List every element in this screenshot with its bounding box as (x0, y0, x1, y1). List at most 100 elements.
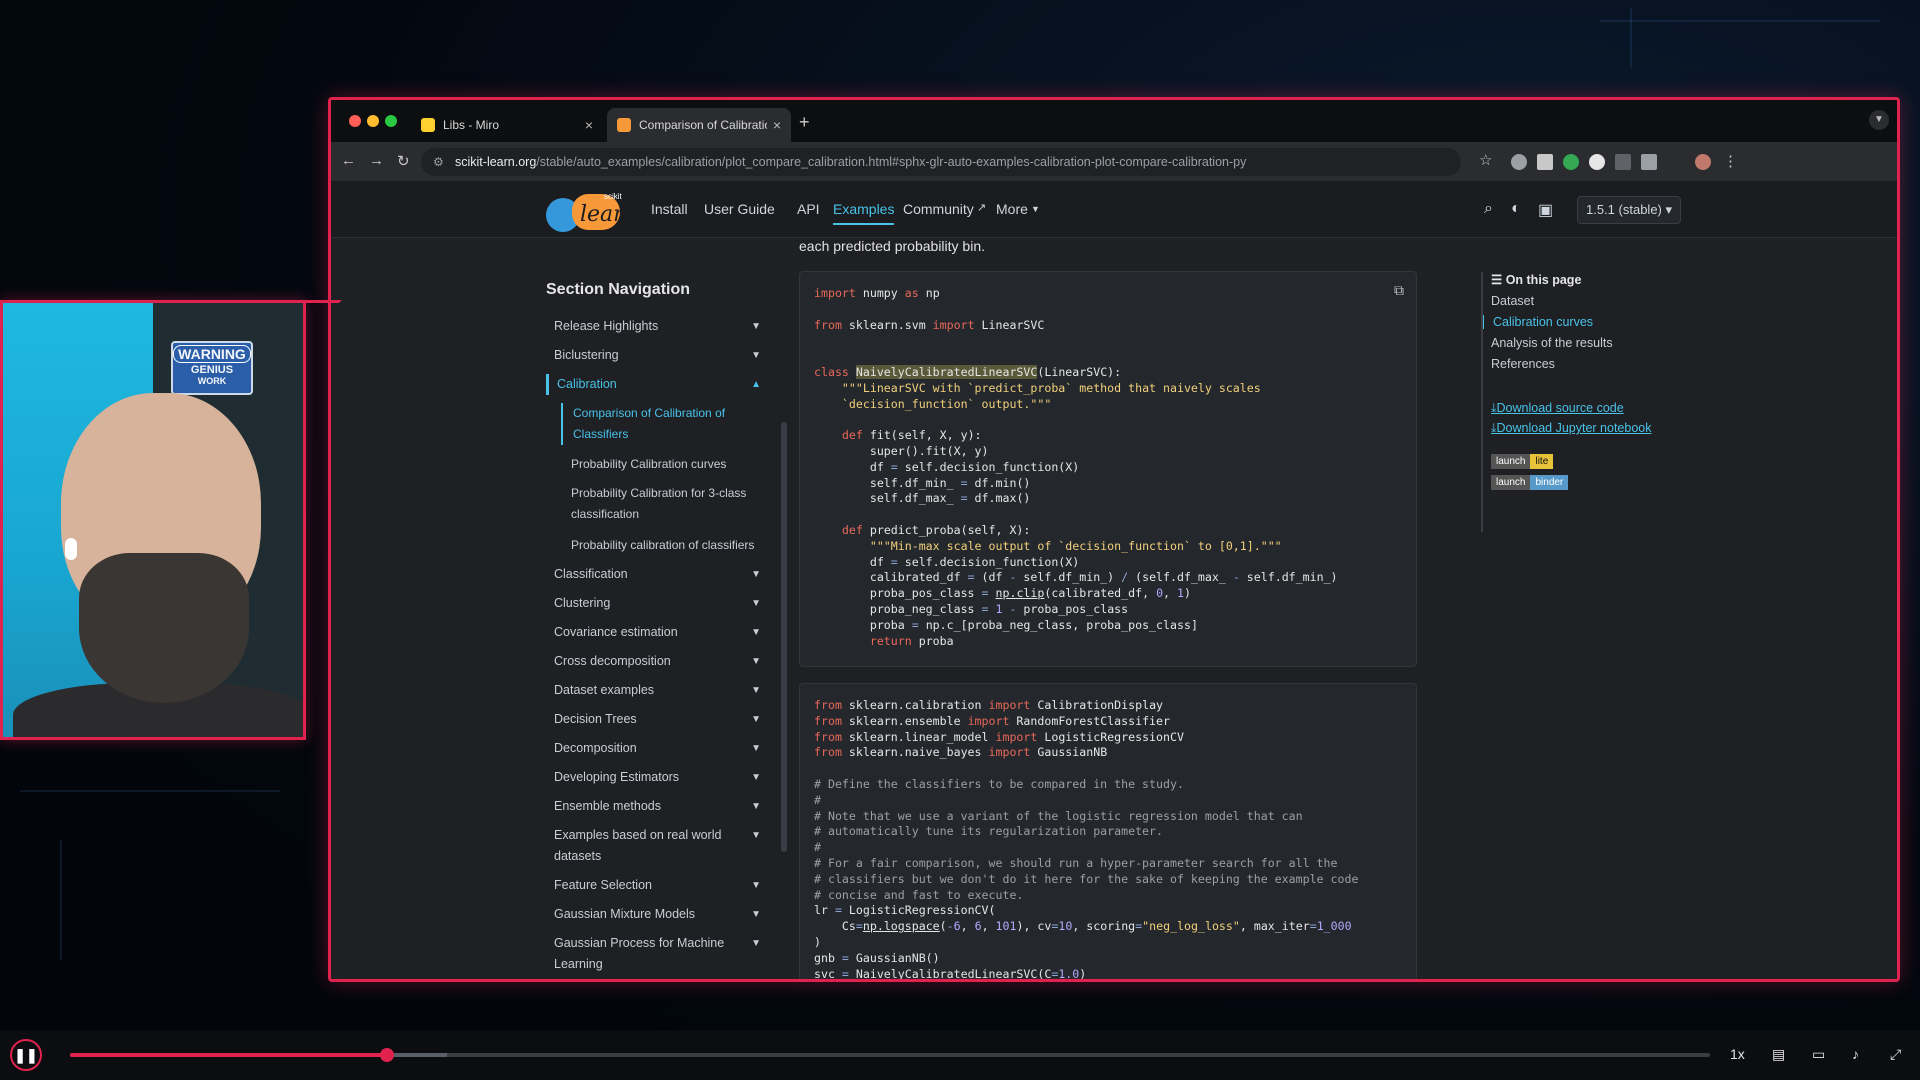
chevron-down-icon[interactable]: ▼ (751, 593, 761, 614)
nav-examples[interactable]: Examples (833, 201, 895, 225)
back-icon[interactable]: ← (341, 152, 356, 169)
launch-lite-badge[interactable]: launch lite (1491, 454, 1554, 469)
sidebar-item-covariance[interactable]: Covariance estimation ▼ (546, 622, 771, 643)
sidebar-item-ensemble-methods[interactable]: Ensemble methods ▼ (546, 796, 771, 817)
launch-binder-badge[interactable]: launch binder (1491, 475, 1569, 490)
seek-bar[interactable] (70, 1048, 1710, 1062)
code-block[interactable]: from sklearn.calibration import Calibrat… (799, 683, 1417, 979)
scikit-learn-logo[interactable]: scikit learn (546, 192, 638, 232)
chevron-down-icon[interactable]: ▼ (751, 564, 761, 585)
sidebar-item-dataset-examples[interactable]: Dataset examples ▼ (546, 680, 771, 701)
chevron-down-icon[interactable]: ▼ (751, 796, 761, 817)
extension-icon[interactable] (1511, 154, 1527, 170)
nav-more[interactable]: More (996, 201, 1028, 217)
chevron-down-icon[interactable]: ▼ (751, 738, 761, 759)
sidebar-item-gaussian-process[interactable]: Gaussian Process for Machine Learning ▼ (546, 933, 771, 975)
sidebar-item-feature-selection[interactable]: Feature Selection ▼ (546, 875, 771, 896)
reload-icon[interactable]: ↻ (397, 152, 410, 170)
logo-small-text: scikit (604, 192, 622, 201)
nav-api[interactable]: API (797, 201, 820, 217)
chevron-down-icon[interactable]: ▼ (751, 345, 761, 366)
warning-sign-line: GENIUS (190, 364, 234, 376)
download-source-label: Download source code (1496, 401, 1624, 415)
nav-install[interactable]: Install (651, 201, 688, 217)
nav-community[interactable]: Community (903, 201, 974, 217)
extensions-puzzle-icon[interactable] (1641, 154, 1657, 170)
profile-avatar-icon[interactable] (1695, 154, 1711, 170)
chevron-down-icon[interactable]: ▼ (751, 651, 761, 672)
chevron-down-icon[interactable]: ▼ (751, 622, 761, 643)
browser-menu-icon[interactable]: ⋮ (1723, 152, 1738, 170)
extension-icon[interactable] (1537, 154, 1553, 170)
extension-icon[interactable] (1563, 154, 1579, 170)
chevron-down-icon[interactable]: ▼ (751, 767, 761, 788)
toc-item-references[interactable]: References (1481, 357, 1721, 371)
nav-user-guide[interactable]: User Guide (704, 201, 775, 217)
tab-search-icon[interactable]: ▼ (1869, 110, 1889, 130)
fullscreen-icon[interactable]: ⤢ (1890, 1046, 1901, 1063)
sidebar-item-clustering[interactable]: Clustering ▼ (546, 593, 771, 614)
sidebar-item-label: Release Highlights (554, 319, 659, 333)
sidebar-subitem-comparison[interactable]: Comparison of Calibration of Classifiers (561, 403, 761, 445)
sidebar-subitem-calibration-curves[interactable]: Probability Calibration curves (561, 454, 761, 475)
new-tab-button[interactable]: + (799, 112, 810, 133)
sidebar-item-decomposition[interactable]: Decomposition ▼ (546, 738, 771, 759)
close-icon[interactable]: × (773, 117, 781, 133)
search-icon[interactable]: ⌕ (1484, 200, 1493, 218)
close-icon[interactable]: × (585, 117, 593, 133)
minimize-window-button[interactable] (367, 115, 379, 127)
extension-icon[interactable] (1615, 154, 1631, 170)
sidebar-item-decision-trees[interactable]: Decision Trees ▼ (546, 709, 771, 730)
copy-icon[interactable]: ⧉ (1394, 282, 1404, 299)
toc-item-calibration-curves[interactable]: Calibration curves (1481, 315, 1721, 329)
seek-handle[interactable] (379, 1048, 394, 1062)
sidebar-item-label: Biclustering (554, 348, 619, 362)
chevron-down-icon[interactable]: ▼ (751, 825, 761, 846)
chevron-down-icon[interactable]: ▼ (751, 709, 761, 730)
sidebar-item-gaussian-mixture[interactable]: Gaussian Mixture Models ▼ (546, 904, 771, 925)
code-text: import numpy as np from sklearn.svm impo… (814, 286, 1338, 648)
sidebar-item-developing-estimators[interactable]: Developing Estimators ▼ (546, 767, 771, 788)
extension-icon[interactable] (1589, 154, 1605, 170)
sidebar-item-release-highlights[interactable]: Release Highlights ▼ (546, 316, 771, 337)
chevron-down-icon[interactable]: ▼ (751, 680, 761, 701)
site-info-icon[interactable]: ⚙ (433, 148, 444, 176)
toc-item-dataset[interactable]: Dataset (1481, 294, 1721, 308)
chevron-down-icon[interactable]: ▼ (751, 316, 761, 337)
tab-miro[interactable]: Libs - Miro × (411, 108, 603, 142)
code-block[interactable]: ⧉ import numpy as np from sklearn.svm im… (799, 271, 1417, 667)
chevron-down-icon[interactable]: ▼ (751, 875, 761, 896)
chevron-up-icon[interactable]: ▲ (751, 374, 761, 395)
presenter-beard (79, 553, 249, 703)
captions-icon[interactable]: ▤ (1772, 1046, 1785, 1063)
sidebar-item-classification[interactable]: Classification ▼ (546, 564, 771, 585)
sidebar-item-label: Dataset examples (554, 683, 655, 697)
tab-comparison[interactable]: Comparison of Calibration of × (607, 108, 791, 142)
toc-item-analysis[interactable]: Analysis of the results (1481, 336, 1721, 350)
download-source-link[interactable]: ⤓Download source code (1481, 401, 1721, 416)
sidebar-item-biclustering[interactable]: Biclustering ▼ (546, 345, 771, 366)
url-input[interactable]: ⚙ scikit-learn.org/stable/auto_examples/… (421, 148, 1461, 176)
bookmark-star-icon[interactable]: ☆ (1479, 151, 1492, 169)
sidebar-subitem-3-class[interactable]: Probability Calibration for 3-class clas… (561, 483, 761, 525)
close-window-button[interactable] (349, 115, 361, 127)
sidebar-item-label: Calibration (557, 377, 617, 391)
pause-button[interactable]: ❚❚ (10, 1039, 42, 1071)
forward-icon[interactable]: → (369, 152, 384, 169)
playback-speed[interactable]: 1x (1730, 1046, 1745, 1062)
picture-in-picture-icon[interactable]: ▭ (1812, 1046, 1825, 1063)
github-icon[interactable]: ▣ (1538, 200, 1553, 220)
theme-toggle-icon[interactable]: ◐ (1511, 200, 1521, 218)
maximize-window-button[interactable] (385, 115, 397, 127)
download-notebook-link[interactable]: ⤓Download Jupyter notebook (1481, 421, 1721, 436)
chevron-down-icon[interactable]: ▼ (751, 904, 761, 925)
sidebar-item-calibration[interactable]: Calibration ▲ (546, 374, 771, 395)
earbud (65, 538, 77, 560)
volume-icon[interactable]: ♪ (1852, 1046, 1859, 1062)
sidebar-item-real-world-datasets[interactable]: Examples based on real world datasets ▼ (546, 825, 771, 867)
version-switcher[interactable]: 1.5.1 (stable) ▾ (1577, 196, 1682, 224)
sidebar-subitem-classifiers[interactable]: Probability calibration of classifiers (561, 535, 761, 556)
chevron-down-icon[interactable]: ▼ (751, 933, 761, 954)
sidebar-item-cross-decomposition[interactable]: Cross decomposition ▼ (546, 651, 771, 672)
sidebar-scrollbar[interactable] (781, 422, 787, 852)
